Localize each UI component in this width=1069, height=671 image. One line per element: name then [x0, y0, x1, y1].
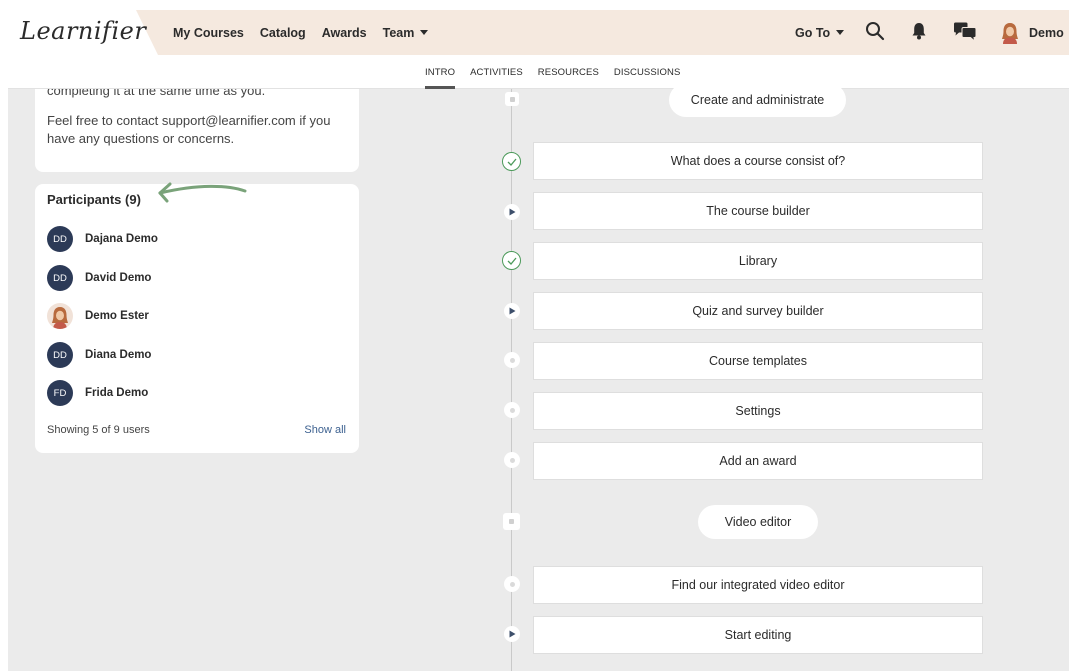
- step-the-course-builder[interactable]: The course builder: [533, 192, 983, 230]
- nav-my-courses[interactable]: My Courses: [173, 26, 244, 40]
- completed-check-icon: [502, 251, 521, 270]
- tab-intro[interactable]: INTRO: [425, 55, 456, 89]
- participant-item[interactable]: FD Frida Demo: [47, 380, 148, 406]
- user-avatar: [1001, 22, 1019, 44]
- participant-name: Frida Demo: [85, 387, 149, 399]
- nav-catalog[interactable]: Catalog: [260, 26, 306, 40]
- tab-discussions[interactable]: DISCUSSIONS: [614, 55, 681, 89]
- intro-card: completing it at the same time as you. F…: [35, 89, 359, 172]
- step-add-an-award[interactable]: Add an award: [533, 442, 983, 480]
- step-library[interactable]: Library: [533, 242, 983, 280]
- participant-item[interactable]: DD Dajana Demo: [47, 226, 158, 252]
- not-started-dot-icon: [504, 576, 520, 592]
- caret-down-icon: [836, 30, 845, 35]
- completed-check-icon: [502, 152, 521, 171]
- avatar: DD: [47, 226, 73, 252]
- nav-label: Catalog: [259, 25, 306, 40]
- learnifier-logo[interactable]: Learnifier: [20, 17, 146, 45]
- not-started-dot-icon: [504, 402, 520, 418]
- app-window: Learnifier My Courses Catalog Awards Tea…: [8, 10, 1069, 671]
- showing-count: Showing 5 of 9 users: [47, 424, 150, 436]
- participants-card: Participants (9) DD Dajana Demo DD David…: [35, 181, 359, 453]
- participant-name: Diana Demo: [85, 349, 152, 361]
- step-start-editing[interactable]: Start editing: [533, 616, 983, 654]
- nav-label: My Courses: [173, 25, 244, 40]
- step-find-our-integrated-video-editor[interactable]: Find our integrated video editor: [533, 566, 983, 604]
- section-video-editor[interactable]: Video editor: [698, 505, 818, 539]
- caret-down-icon: [420, 30, 429, 35]
- search-icon[interactable]: [865, 21, 885, 46]
- participant-name: David Demo: [85, 272, 152, 284]
- main-nav: My Courses Catalog Awards Team: [173, 10, 444, 55]
- course-tabs: INTRO ACTIVITIES RESOURCES DISCUSSIONS: [425, 55, 695, 89]
- participants-title: Participants (9): [47, 192, 141, 207]
- nav-label: Awards: [321, 25, 367, 40]
- nav-awards[interactable]: Awards: [322, 26, 367, 40]
- play-icon: [504, 204, 520, 220]
- section-create-and-administrate[interactable]: Create and administrate: [669, 83, 846, 117]
- not-started-dot-icon: [504, 452, 520, 468]
- section-node-icon: [505, 92, 519, 106]
- avatar: DD: [47, 265, 73, 291]
- user-menu[interactable]: Demo: [1001, 10, 1069, 55]
- course-tabbar: INTRO ACTIVITIES RESOURCES DISCUSSIONS: [8, 55, 1069, 89]
- participant-name: Demo Ester: [85, 310, 149, 322]
- user-name: Demo: [1029, 25, 1064, 40]
- intro-text-partial: completing it at the same time as you.: [47, 89, 266, 98]
- step-settings[interactable]: Settings: [533, 392, 983, 430]
- goto-label: Go To: [795, 25, 831, 40]
- step-course-templates[interactable]: Course templates: [533, 342, 983, 380]
- top-header: Learnifier My Courses Catalog Awards Tea…: [8, 10, 1069, 55]
- tab-resources[interactable]: RESOURCES: [538, 55, 599, 89]
- bell-icon[interactable]: [912, 22, 926, 45]
- participant-name: Dajana Demo: [85, 233, 158, 245]
- participant-item[interactable]: Demo Ester: [47, 303, 149, 329]
- step-quiz-and-survey-builder[interactable]: Quiz and survey builder: [533, 292, 983, 330]
- avatar-photo: [47, 303, 73, 329]
- not-started-dot-icon: [504, 352, 520, 368]
- nav-label: Team: [382, 25, 415, 40]
- step-what-does-a-course-consist-of[interactable]: What does a course consist of?: [533, 142, 983, 180]
- participant-item[interactable]: DD Diana Demo: [47, 342, 151, 368]
- hand-drawn-arrow-icon: [148, 181, 248, 210]
- avatar: DD: [47, 342, 73, 368]
- play-icon: [504, 626, 520, 642]
- tab-activities[interactable]: ACTIVITIES: [470, 55, 523, 89]
- show-all-link[interactable]: Show all: [304, 424, 346, 436]
- goto-dropdown[interactable]: Go To: [795, 10, 845, 55]
- nav-team-dropdown[interactable]: Team: [383, 26, 429, 40]
- play-icon: [504, 303, 520, 319]
- avatar: FD: [47, 380, 73, 406]
- section-node-icon: [503, 513, 520, 530]
- participant-item[interactable]: DD David Demo: [47, 265, 151, 291]
- chat-icon[interactable]: [953, 22, 977, 47]
- contact-text: Feel free to contact support@learnifier.…: [47, 113, 331, 146]
